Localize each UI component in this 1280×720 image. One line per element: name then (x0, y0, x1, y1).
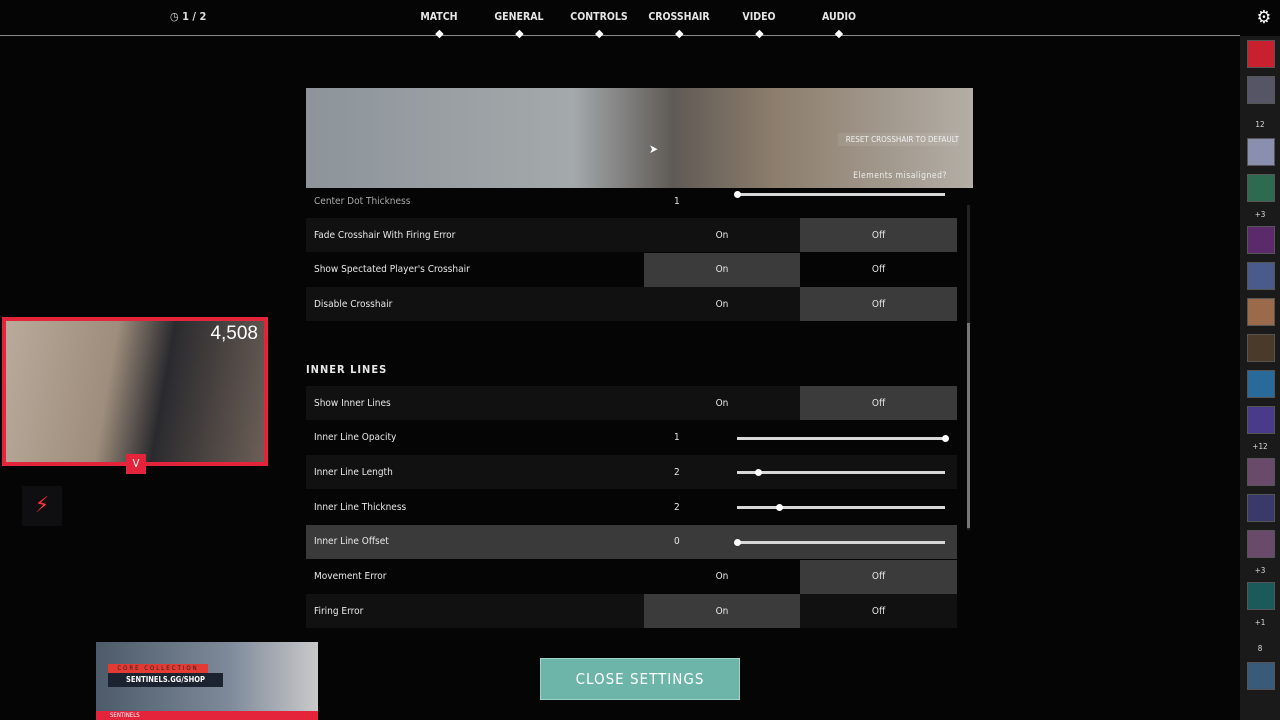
friend-avatar[interactable] (1247, 298, 1275, 326)
tab-controls[interactable]: CONTROLS (570, 11, 628, 39)
setting-label: Fade Crosshair With Firing Error (314, 229, 456, 241)
tab-general[interactable]: GENERAL (494, 11, 544, 39)
on-button[interactable]: On (644, 560, 800, 594)
timer: ◷ 1 / 2 (170, 10, 207, 23)
scrollbar[interactable] (967, 205, 970, 530)
off-button[interactable]: Off (800, 253, 957, 287)
friend-count: +3 (1254, 566, 1266, 575)
setting-value: 0 (674, 536, 680, 548)
setting-label: Disable Crosshair (314, 298, 393, 310)
setting-value: 1 (674, 432, 680, 444)
friend-avatar[interactable] (1247, 174, 1275, 202)
friend-avatar[interactable] (1247, 582, 1275, 610)
promo-banner: CORE COLLECTION SENTINELS.GG/SHOP SENTIN… (96, 642, 318, 720)
slider[interactable] (737, 469, 945, 477)
elements-misaligned-link[interactable]: Elements misaligned? (853, 171, 947, 181)
setting-label: Show Inner Lines (314, 397, 391, 409)
settings-row: Inner Line Thickness 2 (306, 490, 957, 524)
section-title-inner-lines: INNER LINES (306, 363, 388, 376)
social-sidebar: 12 +3 +12 +3 +1 8 (1240, 36, 1280, 720)
settings-row: Disable Crosshair On Off (306, 287, 957, 322)
close-settings-button[interactable]: CLOSE SETTINGS (540, 658, 740, 700)
setting-label: Show Spectated Player's Crosshair (314, 264, 470, 276)
slider[interactable] (737, 434, 949, 442)
sentinels-logo-icon: V (126, 454, 146, 474)
settings-row: Inner Line Length 2 (306, 455, 957, 490)
settings-row: Show Inner Lines On Off (306, 386, 957, 420)
tab-match[interactable]: MATCH (420, 11, 458, 39)
on-button[interactable]: On (644, 386, 800, 420)
settings-row-center-dot-thickness: Center Dot Thickness 1 (306, 191, 957, 210)
slider-handle[interactable] (775, 504, 783, 512)
slider[interactable] (734, 538, 945, 546)
tab-video[interactable]: VIDEO (742, 11, 776, 39)
friend-avatar[interactable] (1247, 262, 1275, 290)
top-nav: ◷ 1 / 2 MATCH GENERAL CONTROLS CROSSHAIR… (0, 0, 1240, 39)
crosshair-preview: ➤ RESET CROSSHAIR TO DEFAULT Elements mi… (306, 88, 973, 188)
friend-count: 8 (1257, 644, 1263, 653)
off-button[interactable]: Off (800, 287, 957, 322)
friend-avatar[interactable] (1247, 40, 1275, 68)
gear-icon[interactable]: ⚙ (1252, 6, 1276, 30)
friend-avatar[interactable] (1247, 370, 1275, 398)
settings-row: Fade Crosshair With Firing Error On Off (306, 218, 957, 252)
webcam-overlay: 4,508 V (2, 317, 268, 474)
off-button[interactable]: Off (800, 559, 957, 594)
friend-avatar[interactable] (1247, 138, 1275, 166)
slider-handle[interactable] (942, 434, 949, 442)
friend-avatar[interactable] (1247, 226, 1275, 254)
off-button[interactable]: Off (800, 594, 957, 628)
settings-list: Center Dot Thickness 1 Fade Crosshair Wi… (306, 191, 957, 630)
settings-row: Inner Line Opacity 1 (306, 421, 957, 455)
setting-label: Firing Error (314, 605, 364, 617)
setting-label: Inner Line Length (314, 466, 393, 478)
friend-count: +3 (1254, 210, 1266, 219)
friend-count: +12 (1252, 442, 1268, 451)
friend-avatar[interactable] (1247, 494, 1275, 522)
off-button[interactable]: Off (800, 218, 957, 252)
lightning-icon: ⚡ (22, 486, 62, 526)
viewer-count: 4,508 (210, 323, 258, 344)
friend-count: +1 (1254, 618, 1266, 627)
settings-row: Inner Line Offset 0 (306, 524, 957, 559)
friend-avatar[interactable] (1247, 334, 1275, 362)
setting-value: 2 (674, 501, 680, 513)
friend-avatar[interactable] (1247, 662, 1275, 690)
setting-value: 2 (674, 466, 680, 478)
clock-icon: ◷ (170, 10, 183, 23)
mouse-cursor-icon: ➤ (649, 142, 659, 156)
slider-handle[interactable] (734, 538, 741, 546)
on-button[interactable]: On (644, 287, 800, 321)
on-button[interactable]: On (644, 218, 800, 252)
settings-row: Firing Error On Off (306, 594, 957, 629)
tab-audio[interactable]: AUDIO (822, 11, 856, 39)
friend-avatar[interactable] (1247, 406, 1275, 434)
setting-label: Inner Line Opacity (314, 432, 397, 444)
setting-label: Inner Line Offset (314, 536, 389, 548)
settings-row: Show Spectated Player's Crosshair On Off (306, 252, 957, 287)
on-button[interactable]: On (644, 252, 800, 287)
on-button[interactable]: On (644, 594, 800, 629)
slider[interactable] (737, 504, 945, 512)
slider[interactable] (734, 191, 945, 198)
slider-handle[interactable] (754, 469, 762, 477)
settings-row: Movement Error On Off (306, 559, 957, 594)
tab-crosshair[interactable]: CROSSHAIR (648, 11, 710, 39)
reset-crosshair-button[interactable]: RESET CROSSHAIR TO DEFAULT (837, 133, 959, 146)
friend-avatar[interactable] (1247, 458, 1275, 486)
setting-label: Inner Line Thickness (314, 501, 407, 513)
friend-avatar[interactable] (1247, 76, 1275, 104)
setting-label: Movement Error (314, 571, 387, 582)
off-button[interactable]: Off (800, 386, 957, 420)
friend-count: 12 (1255, 120, 1265, 129)
friend-avatar[interactable] (1247, 530, 1275, 558)
